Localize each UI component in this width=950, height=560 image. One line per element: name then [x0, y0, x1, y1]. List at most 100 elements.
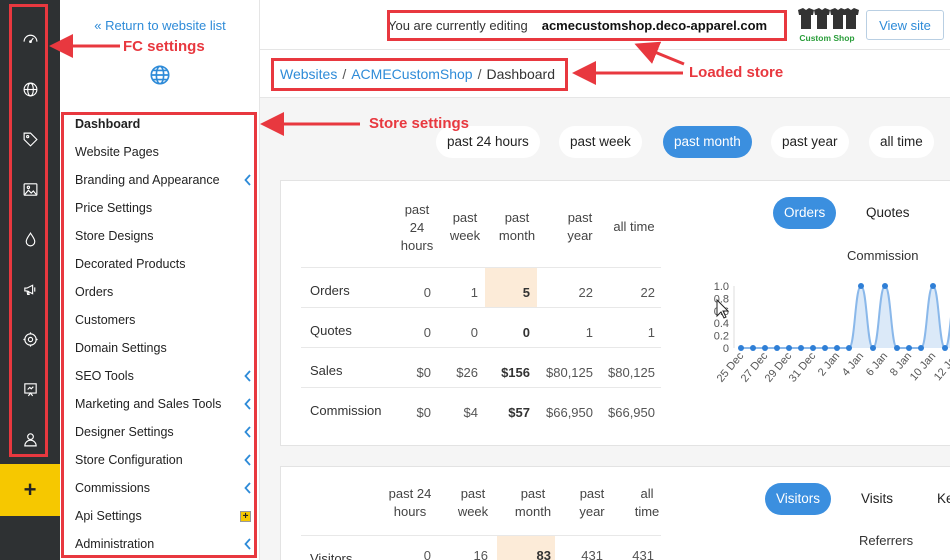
col-header: all time	[634, 486, 660, 519]
col-header: past week	[449, 210, 481, 243]
breadcrumb-separator: /	[342, 66, 347, 82]
menu-item-dashboard[interactable]: Dashboard	[75, 110, 255, 138]
iconbar-user-button[interactable]	[10, 422, 50, 456]
menu-item-label: Store Designs	[75, 229, 154, 243]
data-point[interactable]	[858, 283, 864, 289]
chart-tab-visitors[interactable]: Visitors	[765, 483, 832, 515]
tag-icon	[23, 132, 38, 147]
x-tick-label: 6 Jan	[864, 350, 890, 378]
editing-store-url: acmecustomshop.deco-apparel.com	[541, 17, 768, 33]
iconbar-image-button[interactable]	[10, 172, 50, 206]
menu-item-store-configuration[interactable]: Store Configuration	[75, 446, 255, 474]
table-cell: $57	[508, 405, 530, 420]
col-header: all time	[613, 219, 655, 234]
menu-item-store-designs[interactable]: Store Designs	[75, 222, 255, 250]
iconbar-droplet-button[interactable]	[10, 222, 50, 256]
menu-item-orders[interactable]: Orders	[75, 278, 255, 306]
y-tick-label: 0	[723, 343, 729, 355]
main-content: Websites / ACMECustomShop / Dashboard past 2…	[260, 50, 950, 560]
menu-item-label: Decorated Products	[75, 257, 186, 271]
menu-item-label: Orders	[75, 285, 114, 299]
menu-item-label: Website Pages	[75, 145, 159, 159]
chart-tab-orders[interactable]: Orders	[773, 197, 837, 229]
globe-icon	[23, 82, 37, 96]
iconbar-dashboard-gauge-button[interactable]	[10, 22, 50, 56]
menu-item-label: Store Configuration	[75, 453, 183, 467]
custom-shop-logo: Custom Shop	[798, 8, 859, 43]
chevron-left-icon	[241, 362, 255, 390]
data-point[interactable]	[846, 345, 852, 351]
chart-tab-quotes[interactable]: Quotes	[855, 197, 921, 229]
add-button[interactable]: +	[0, 464, 60, 516]
data-point[interactable]	[870, 345, 876, 351]
menu-item-seo-tools[interactable]: SEO Tools	[75, 362, 255, 390]
menu-item-api-settings[interactable]: Api Settings +	[75, 502, 255, 530]
table-cell: 1	[647, 325, 655, 340]
table-cell: $80,125	[546, 365, 593, 380]
data-point[interactable]	[930, 283, 936, 289]
user-icon	[23, 432, 37, 446]
menu-item-label: Designer Settings	[75, 425, 174, 439]
iconbar-megaphone-button[interactable]	[10, 272, 50, 306]
col-header: past month	[498, 210, 536, 243]
data-point[interactable]	[834, 345, 840, 351]
data-point[interactable]	[786, 345, 792, 351]
x-tick-label: 31 Dec	[787, 350, 819, 385]
period-past-week[interactable]: past week	[559, 126, 642, 158]
period-past-year[interactable]: past year	[771, 126, 849, 158]
table-cell: $66,950	[608, 405, 655, 420]
menu-item-marketing-and-sales-tools[interactable]: Marketing and Sales Tools	[75, 390, 255, 418]
breadcrumb-separator: /	[477, 66, 482, 82]
table-cell: $156	[501, 365, 530, 380]
data-point[interactable]	[918, 345, 924, 351]
droplet-icon	[25, 231, 35, 246]
table-cell: 22	[578, 285, 593, 300]
menu-item-branding-and-appearance[interactable]: Branding and Appearance	[75, 166, 255, 194]
chevron-left-icon	[241, 474, 255, 502]
data-point[interactable]	[882, 283, 888, 289]
data-point[interactable]	[738, 345, 744, 351]
data-point[interactable]	[810, 345, 816, 351]
data-point[interactable]	[750, 345, 756, 351]
period-all-time[interactable]: all time	[869, 126, 934, 158]
menu-item-designer-settings[interactable]: Designer Settings	[75, 418, 255, 446]
table-cell: 22	[640, 285, 655, 300]
return-to-website-list-link[interactable]: « Return to website list	[60, 18, 260, 33]
gear-icon	[22, 331, 38, 347]
iconbar-gear-button[interactable]	[10, 322, 50, 356]
data-point[interactable]	[906, 345, 912, 351]
menu-item-website-pages[interactable]: Website Pages	[75, 138, 255, 166]
menu-item-commissions[interactable]: Commissions	[75, 474, 255, 502]
data-point[interactable]	[942, 345, 948, 351]
data-point[interactable]	[894, 345, 900, 351]
data-point[interactable]	[762, 345, 768, 351]
data-point[interactable]	[798, 345, 804, 351]
view-site-button[interactable]: View site	[866, 10, 944, 40]
menu-item-domain-settings[interactable]: Domain Settings	[75, 334, 255, 362]
row-divider	[301, 307, 661, 308]
store-settings-label: Store settings	[369, 115, 470, 132]
col-header: past month	[514, 486, 552, 519]
menu-item-administration[interactable]: Administration	[75, 530, 255, 558]
menu-item-customers[interactable]: Customers	[75, 306, 255, 334]
chevron-left-icon	[241, 530, 255, 558]
y-tick-label: 1.0	[714, 281, 729, 293]
menu-item-price-settings[interactable]: Price Settings	[75, 194, 255, 222]
breadcrumb-current: Dashboard	[486, 66, 556, 82]
table-cell: $80,125	[608, 365, 655, 380]
period-past-month[interactable]: past month	[663, 126, 752, 158]
data-point[interactable]	[774, 345, 780, 351]
iconbar-globe-button[interactable]	[10, 72, 50, 106]
iconbar-presentation-button[interactable]	[10, 372, 50, 406]
menu-item-label: Price Settings	[75, 201, 153, 215]
chart-tab-visits[interactable]: Visits	[850, 483, 904, 515]
table-cell: $66,950	[546, 405, 593, 420]
menu-item-decorated-products[interactable]: Decorated Products	[75, 250, 255, 278]
breadcrumb-websites[interactable]: Websites	[280, 66, 337, 82]
chart-tab-keywords[interactable]: Ke	[926, 483, 950, 515]
data-point[interactable]	[822, 345, 828, 351]
table-cell: 0	[522, 325, 530, 340]
iconbar-tag-button[interactable]	[10, 122, 50, 156]
menu-item-label: Marketing and Sales Tools	[75, 397, 222, 411]
breadcrumb-store[interactable]: ACMECustomShop	[351, 66, 472, 82]
